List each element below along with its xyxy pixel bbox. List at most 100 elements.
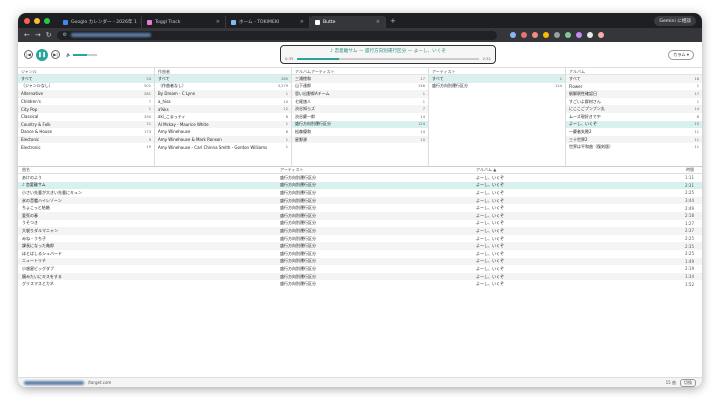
- back-icon[interactable]: ←: [24, 31, 30, 39]
- tab-1[interactable]: Toggl Track ×: [142, 16, 226, 28]
- tab-3[interactable]: Butte ×: [310, 16, 386, 28]
- table-row[interactable]: 課長になった亀郎 盛行方向別運行区分 よーし、いくぞ 2:35: [18, 242, 702, 250]
- list-item[interactable]: 渋谷知らズ 7: [292, 105, 428, 113]
- list-item[interactable]: すべて 285: [155, 75, 291, 83]
- list-item[interactable]: すべて 18: [566, 75, 702, 83]
- list-item-count: 12: [283, 107, 288, 112]
- list-item[interactable]: a_hisa 10: [155, 98, 291, 106]
- new-tab-icon[interactable]: +: [386, 17, 396, 25]
- seek-bar[interactable]: [296, 57, 480, 60]
- list-item[interactable]: By Dream - C Lynn 1: [155, 90, 291, 98]
- list-item[interactable]: 山下達郎 146: [292, 83, 428, 91]
- close-tab-icon[interactable]: ×: [376, 19, 380, 25]
- extension-icon[interactable]: [520, 32, 527, 38]
- list-item[interactable]: City Pop 1: [18, 105, 154, 113]
- list-item[interactable]: aki_こまっティ 6: [155, 113, 291, 121]
- list-item[interactable]: Amy Winehouse - Carl Chinna Smith - Gord…: [155, 143, 291, 151]
- list-item[interactable]: にここごプンプン丸 14: [566, 105, 702, 113]
- list-item[interactable]: Alternative 281: [18, 90, 154, 98]
- list-item[interactable]: Children's 7: [18, 98, 154, 106]
- list-item[interactable]: 三十世界2 11: [566, 135, 702, 144]
- profile-avatar[interactable]: [597, 32, 604, 38]
- minimize-window-button[interactable]: [34, 17, 40, 24]
- list-item-count: 124: [555, 84, 562, 89]
- tab-0[interactable]: Google カレンダー - 2026年 1×: [58, 16, 142, 28]
- toggle-button[interactable]: 切換: [680, 378, 696, 387]
- list-item[interactable]: Electronic 19: [18, 143, 154, 151]
- list-item[interactable]: 駅解釈性確認日 17: [566, 90, 702, 98]
- col-artist[interactable]: アーティスト: [280, 167, 476, 173]
- list-item[interactable]: Electonic 9: [18, 135, 154, 144]
- url-field[interactable]: ⚙: [56, 30, 497, 40]
- list-item[interactable]: 七尾旅人 1: [292, 98, 428, 106]
- tab-2[interactable]: ホーム - TOKIMEKI ×: [226, 16, 310, 28]
- volume-control[interactable]: 🔈: [66, 52, 97, 57]
- gemini-button[interactable]: Gemini に相談: [654, 15, 696, 26]
- table-row[interactable]: うそつき 盛行方向別運行区分 よーし、いくぞ 1:27: [18, 220, 702, 228]
- table-row[interactable]: ニュートリチ 盛行方向別運行区分 よーし、いくぞ 1:49: [18, 257, 702, 266]
- extension-icon[interactable]: [509, 32, 516, 38]
- list-item-label: Amy Winehouse & Mark Ronson: [158, 137, 222, 143]
- extension-icon[interactable]: [575, 32, 582, 38]
- list-item[interactable]: Flower 1: [566, 83, 702, 91]
- list-item[interactable]: 渋谷慶一郎 14: [292, 113, 428, 121]
- list-item[interactable]: よーし、いくぞ 15: [566, 120, 702, 129]
- list-item-label: a_hisa: [158, 99, 171, 105]
- table-row[interactable]: 鏡みたいにキスをする 盛行方向別運行区分 よーし、いくぞ 1:34: [18, 272, 702, 281]
- list-item[interactable]: すごいよ群材さん 1: [566, 98, 702, 106]
- list-item[interactable]: 三浦徳和 17: [292, 75, 428, 83]
- table-row[interactable]: 愛死の春 盛行方向別運行区分 よーし、いくぞ 2:18: [18, 211, 702, 220]
- close-tab-icon[interactable]: ×: [216, 19, 220, 25]
- extension-icon[interactable]: [586, 32, 593, 38]
- list-item[interactable]: （作曲者なし） 3,279: [155, 83, 291, 91]
- list-item[interactable]: Amy Winehouse & Mark Ronson 1: [155, 135, 291, 144]
- list-item[interactable]: a%ks 12: [155, 105, 291, 113]
- table-row[interactable]: グリスマスとカネ 盛行方向別運行区分 よーし、いくぞ 1:52: [18, 280, 702, 288]
- list-item[interactable]: 一慶者失敗2 11: [566, 128, 702, 136]
- list-item[interactable]: Al Mckay - Maurice White 1: [155, 120, 291, 129]
- list-item[interactable]: Classical 290: [18, 113, 154, 121]
- table-row[interactable]: ほとばしるシュバード 盛行方向別運行区分 よーし、いくぞ 2:25: [18, 250, 702, 258]
- list-item[interactable]: Amy Winehouse 8: [155, 128, 291, 136]
- list-item[interactable]: 星野源 15: [292, 135, 428, 144]
- list-item[interactable]: Dance & House 173: [18, 128, 154, 136]
- list-item[interactable]: すべて 1: [429, 75, 565, 83]
- list-item[interactable]: ムーズ現好きでや 8: [566, 113, 702, 121]
- table-row[interactable]: ちょこっと結婚 盛行方向別運行区分 よーし、いくぞ 2:49: [18, 204, 702, 212]
- list-item[interactable]: 盛行方向別運行区分 124: [429, 83, 565, 91]
- table-row[interactable]: 小惑星ビッグダブ 盛行方向別運行区分 よーし、いくぞ 2:19: [18, 265, 702, 273]
- list-item[interactable]: 世界は平和曲（復刻版） 11: [566, 143, 702, 151]
- list-item[interactable]: 思い出野郎Aチーム 1: [292, 90, 428, 98]
- list-item[interactable]: 松森優和 14: [292, 128, 428, 136]
- list-item[interactable]: Country & Folk 11: [18, 120, 154, 129]
- close-tab-icon[interactable]: ×: [300, 19, 304, 25]
- col-album[interactable]: アルバム ▲: [476, 167, 676, 173]
- table-row[interactable]: みね・うち子 盛行方向別運行区分 よーし、いくぞ 2:25: [18, 235, 702, 243]
- pause-button[interactable]: ❚❚: [36, 48, 48, 61]
- column-button[interactable]: カラム ▾: [668, 50, 694, 60]
- table-row[interactable]: ♪ 恋愛離サム 盛行方向別運行区分 よーし、いくぞ 2:31: [18, 181, 702, 190]
- table-row[interactable]: 大袈りダルマニャン 盛行方向別運行区分 よーし、いくぞ 2:37: [18, 227, 702, 235]
- list-item[interactable]: すべて 24: [18, 75, 154, 83]
- zoom-window-button[interactable]: [44, 17, 50, 24]
- track-time: 1:52: [685, 281, 694, 287]
- list-item[interactable]: （ジャンルなし） 501: [18, 83, 154, 91]
- extension-icon[interactable]: [564, 32, 571, 38]
- forward-icon[interactable]: →: [35, 31, 41, 39]
- extension-icon[interactable]: [553, 32, 560, 38]
- close-window-button[interactable]: [24, 17, 30, 24]
- table-row[interactable]: 氷の音艦ハイレゾーン 盛行方向別運行区分 よーし、いくぞ 3:44: [18, 196, 702, 205]
- speaker-icon: 🔈: [66, 52, 71, 57]
- site-info-icon[interactable]: ⚙: [63, 32, 67, 38]
- col-time[interactable]: 時間: [676, 167, 698, 173]
- col-title[interactable]: 曲名: [18, 167, 280, 173]
- table-row[interactable]: 小さい先輩が大きい先輩にキュン 盛行方向別運行区分 よーし、いくぞ 2:25: [18, 189, 702, 197]
- reload-icon[interactable]: ↻: [46, 31, 52, 39]
- extension-icon[interactable]: [531, 32, 538, 38]
- list-item-count: 9: [148, 137, 151, 142]
- table-row[interactable]: あけのよう 盛行方向別運行区分 よーし、いくぞ 1:11: [18, 174, 702, 182]
- previous-icon[interactable]: |◀: [24, 50, 33, 59]
- list-item[interactable]: 盛行方向別運行区分 124: [292, 120, 428, 129]
- next-icon[interactable]: ▶|: [51, 50, 60, 59]
- extension-icon[interactable]: [542, 32, 549, 38]
